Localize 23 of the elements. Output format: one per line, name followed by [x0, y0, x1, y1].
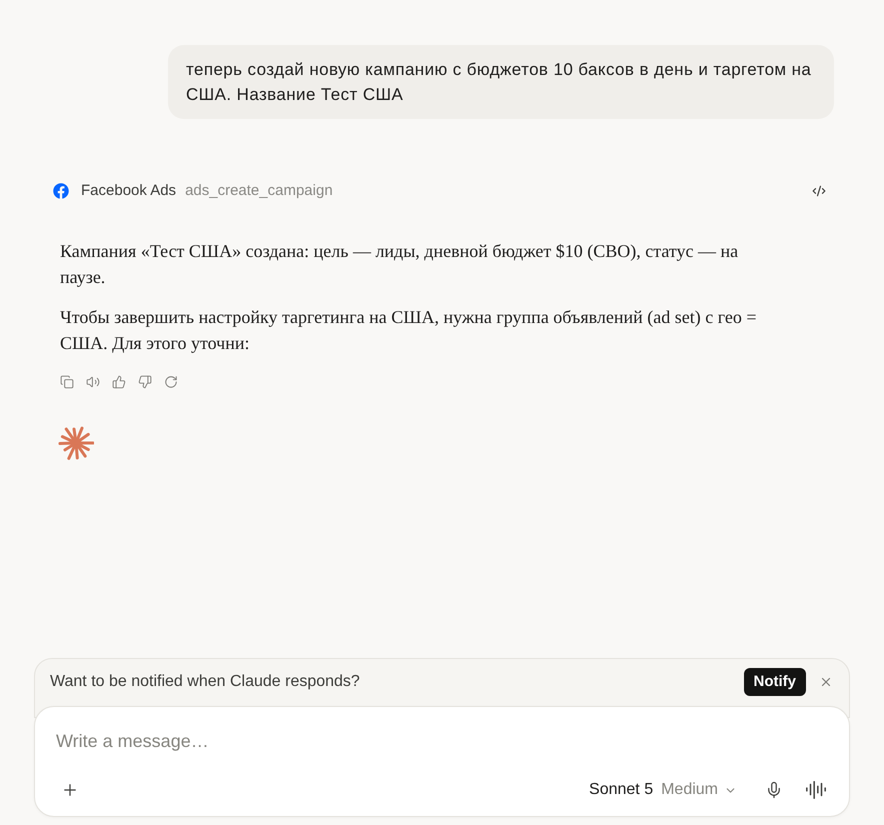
notify-button[interactable]: Notify — [744, 668, 806, 696]
retry-icon[interactable] — [164, 375, 178, 389]
notification-text: Want to be notified when Claude responds? — [50, 672, 360, 692]
message-input[interactable]: Write a message… — [56, 727, 828, 755]
user-message: теперь создай новую кампанию с бюджетов 10 баксов в день и таргетом на США. Название Тест США — [168, 45, 834, 119]
add-icon[interactable] — [61, 781, 79, 799]
thumbs-up-icon[interactable] — [112, 375, 126, 389]
tool-name: ads_create_campaign — [185, 180, 333, 201]
microphone-icon[interactable] — [765, 781, 783, 799]
spark-icon — [58, 425, 94, 461]
effort-level: Medium — [661, 780, 718, 800]
assistant-paragraph: Кампания «Тест США» создана: цель — лиды, дневной бюджет $10 (CBO), статус — на паузе. — [60, 240, 740, 289]
copy-icon[interactable] — [60, 375, 74, 389]
thumbs-down-icon[interactable] — [138, 375, 152, 389]
speaker-icon[interactable] — [86, 375, 100, 389]
audio-waveform-icon[interactable] — [805, 779, 827, 801]
facebook-logo-icon — [53, 183, 69, 199]
model-name: Sonnet 5 — [589, 780, 654, 800]
close-icon[interactable] — [819, 675, 833, 689]
code-icon[interactable] — [812, 184, 826, 198]
model-selector[interactable]: Sonnet 5 Medium — [589, 778, 737, 802]
assistant-paragraph: Чтобы завершить настройку таргетинга на США, нужна группа объявлений (ad set) с гео = США. Для этого уточни: — [60, 306, 758, 355]
tool-service-name: Facebook Ads — [81, 180, 176, 201]
